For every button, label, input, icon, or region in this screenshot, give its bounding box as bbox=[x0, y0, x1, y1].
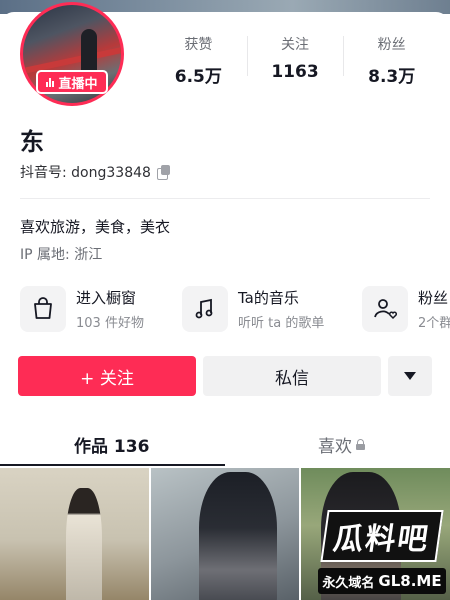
stat-value: 6.5万 bbox=[174, 67, 222, 87]
more-options-button[interactable] bbox=[388, 356, 432, 396]
thumbnail-figure bbox=[198, 472, 277, 600]
feature-shop-window[interactable]: 进入橱窗 103 件好物 bbox=[20, 282, 144, 336]
tab-indicator bbox=[0, 464, 225, 466]
watermark-domain-row: 永久域名 GL8.ME bbox=[318, 568, 446, 594]
douyin-id-row: 抖音号: dong33848 bbox=[20, 162, 171, 182]
feature-title: 进入橱窗 bbox=[76, 289, 137, 307]
tab-likes[interactable]: 喜欢 bbox=[318, 432, 365, 457]
stat-value: 1163 bbox=[271, 62, 319, 82]
feature-title: 粉丝 bbox=[418, 289, 449, 307]
video-thumbnail[interactable] bbox=[0, 468, 149, 600]
feature-fans-group[interactable]: 粉丝 2个群 bbox=[362, 282, 450, 336]
stat-label: 获赞 bbox=[184, 37, 213, 53]
chevron-down-icon bbox=[404, 372, 416, 380]
feature-shortcuts: 进入橱窗 103 件好物 Ta的音乐 听听 ta 的歌单 粉丝 2个群 bbox=[20, 282, 450, 336]
music-note-icon bbox=[182, 286, 228, 332]
avatar-container[interactable]: 直播中 bbox=[20, 2, 124, 106]
stats-bar: 获赞 6.5万 关注 1163 粉丝 8.3万 bbox=[150, 32, 440, 87]
video-thumbnail[interactable] bbox=[150, 468, 300, 600]
fans-heart-icon bbox=[362, 286, 408, 332]
watermark-domain: GL8.ME bbox=[378, 572, 442, 590]
live-badge[interactable]: 直播中 bbox=[36, 70, 108, 94]
feature-title: Ta的音乐 bbox=[238, 289, 299, 307]
ip-location: IP 属地: 浙江 bbox=[20, 247, 103, 263]
watermark-title: 瓜料吧 bbox=[320, 510, 444, 562]
stat-followers[interactable]: 粉丝 8.3万 bbox=[343, 32, 440, 87]
stat-following[interactable]: 关注 1163 bbox=[246, 32, 344, 82]
stat-label: 粉丝 bbox=[377, 37, 406, 53]
follow-button[interactable]: + 关注 bbox=[18, 356, 196, 396]
stat-value: 8.3万 bbox=[368, 67, 416, 87]
lock-icon bbox=[356, 439, 365, 450]
shopping-bag-icon bbox=[20, 286, 66, 332]
live-bars-icon bbox=[46, 77, 55, 87]
thumbnail-figure bbox=[66, 488, 102, 600]
watermark: 瓜料吧 永久域名 GL8.ME bbox=[318, 510, 446, 596]
douyin-id-text: 抖音号: dong33848 bbox=[20, 165, 151, 181]
profile-name: 东 bbox=[20, 128, 44, 156]
copy-icon[interactable] bbox=[156, 165, 171, 180]
feature-subtitle: 2个群 bbox=[418, 316, 450, 331]
message-button[interactable]: 私信 bbox=[203, 356, 381, 396]
live-badge-label: 直播中 bbox=[58, 76, 98, 92]
feature-music[interactable]: Ta的音乐 听听 ta 的歌单 bbox=[182, 282, 324, 336]
profile-bio: 喜欢旅游，美食，美衣 bbox=[20, 218, 171, 236]
feature-subtitle: 听听 ta 的歌单 bbox=[238, 316, 325, 331]
tab-likes-label: 喜欢 bbox=[318, 437, 352, 457]
tab-works[interactable]: 作品 136 bbox=[74, 432, 149, 457]
feature-subtitle: 103 件好物 bbox=[76, 316, 144, 331]
stat-label: 关注 bbox=[281, 37, 309, 53]
divider bbox=[20, 198, 430, 199]
stat-likes[interactable]: 获赞 6.5万 bbox=[150, 32, 247, 87]
watermark-domain-prefix: 永久域名 bbox=[322, 575, 375, 591]
